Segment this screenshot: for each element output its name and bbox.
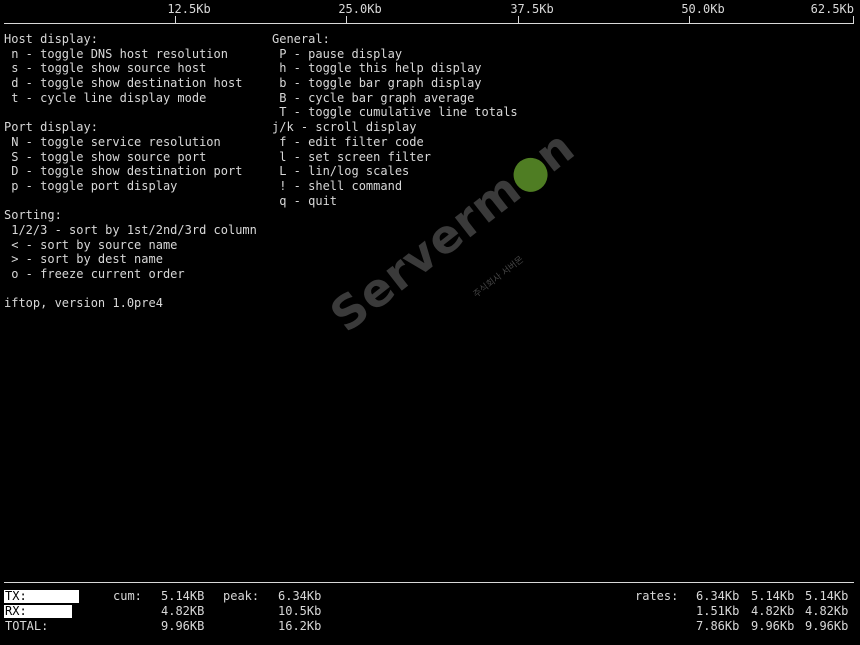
help-spacer bbox=[4, 282, 257, 297]
help-heading-sorting: Sorting: bbox=[4, 208, 62, 223]
rx-peak: 10.5Kb bbox=[278, 604, 322, 618]
cum-label: cum: bbox=[113, 589, 142, 603]
peak-label: peak: bbox=[223, 589, 260, 603]
rx-label: RX: bbox=[5, 604, 27, 618]
scale-tick-label: 12.5Kb bbox=[167, 2, 211, 16]
help-line: p - toggle port display bbox=[4, 178, 178, 193]
total-cum: 9.96KB bbox=[161, 619, 205, 633]
totals-divider bbox=[4, 582, 854, 583]
tx-peak: 6.34Kb bbox=[278, 589, 322, 603]
help-line: P - pause display bbox=[272, 46, 403, 61]
tx-label: TX: bbox=[5, 589, 27, 603]
help-line: > - sort by dest name bbox=[4, 252, 163, 267]
scale-tick bbox=[346, 16, 347, 24]
help-left-column: Host display: n - toggle DNS host resolu… bbox=[4, 32, 257, 311]
rx-row: RX: 4.82KB 10.5Kb 1.51Kb 4.82Kb 4.82Kb bbox=[0, 604, 860, 619]
help-line: f - edit filter code bbox=[272, 134, 424, 149]
help-line: b - toggle bar graph display bbox=[272, 76, 482, 91]
tx-rate-10s: 5.14Kb bbox=[751, 589, 795, 603]
help-line: h - toggle this help display bbox=[272, 61, 482, 76]
help-line: B - cycle bar graph average bbox=[272, 90, 475, 105]
help-line: j/k - scroll display bbox=[272, 120, 417, 135]
help-line: N - toggle service resolution bbox=[4, 134, 221, 149]
rx-rate-10s: 4.82Kb bbox=[751, 604, 795, 618]
help-heading-host: Host display: bbox=[4, 32, 98, 46]
help-line: 1/2/3 - sort by 1st/2nd/3rd column bbox=[4, 222, 257, 237]
tx-cum: 5.14KB bbox=[161, 589, 205, 603]
help-line: d - toggle show destination host bbox=[4, 76, 243, 91]
help-line: t - cycle line display mode bbox=[4, 90, 207, 105]
scale-tick-label: 25.0Kb bbox=[338, 2, 382, 16]
rx-rate-2s: 1.51Kb bbox=[696, 604, 740, 618]
help-line: s - toggle show source host bbox=[4, 61, 207, 76]
scale-tick bbox=[853, 16, 854, 24]
total-rate-2s: 7.86Kb bbox=[696, 619, 740, 633]
rx-rate-40s: 4.82Kb bbox=[805, 604, 849, 618]
scale-tick-label: 62.5Kb bbox=[810, 2, 854, 16]
tx-rate-40s: 5.14Kb bbox=[805, 589, 849, 603]
scale-tick bbox=[689, 16, 690, 24]
version-text: iftop, version 1.0pre4 bbox=[4, 296, 163, 311]
scale-axis-line bbox=[4, 23, 854, 24]
total-rate-40s: 9.96Kb bbox=[805, 619, 849, 633]
scale-tick bbox=[175, 16, 176, 24]
total-peak: 16.2Kb bbox=[278, 619, 322, 633]
scale-tick-label: 50.0Kb bbox=[681, 2, 725, 16]
watermark-subtitle: 주식회사 서버몬 bbox=[471, 254, 526, 301]
rates-label: rates: bbox=[635, 589, 679, 603]
tx-row: TX: cum: 5.14KB peak: 6.34Kb rates: 6.34… bbox=[0, 589, 860, 604]
total-rate-10s: 9.96Kb bbox=[751, 619, 795, 633]
tx-rate-2s: 6.34Kb bbox=[696, 589, 740, 603]
scale-tick-label: 37.5Kb bbox=[510, 2, 554, 16]
help-line: n - toggle DNS host resolution bbox=[4, 46, 228, 61]
help-line: < - sort by source name bbox=[4, 237, 178, 252]
help-heading-general: General: bbox=[272, 32, 330, 46]
rx-cum: 4.82KB bbox=[161, 604, 205, 618]
total-row: TOTAL: 9.96KB 16.2Kb 7.86Kb 9.96Kb 9.96K… bbox=[0, 619, 860, 634]
help-heading-port: Port display: bbox=[4, 120, 98, 135]
scale-tick bbox=[518, 16, 519, 24]
help-line: l - set screen filter bbox=[272, 149, 431, 164]
help-line: D - toggle show destination port bbox=[4, 164, 243, 179]
help-line: S - toggle show source port bbox=[4, 149, 207, 164]
help-spacer bbox=[4, 105, 257, 120]
help-line: o - freeze current order bbox=[4, 267, 185, 281]
help-spacer bbox=[4, 194, 257, 209]
help-line: T - toggle cumulative line totals bbox=[272, 105, 518, 120]
total-label: TOTAL: bbox=[5, 619, 49, 633]
